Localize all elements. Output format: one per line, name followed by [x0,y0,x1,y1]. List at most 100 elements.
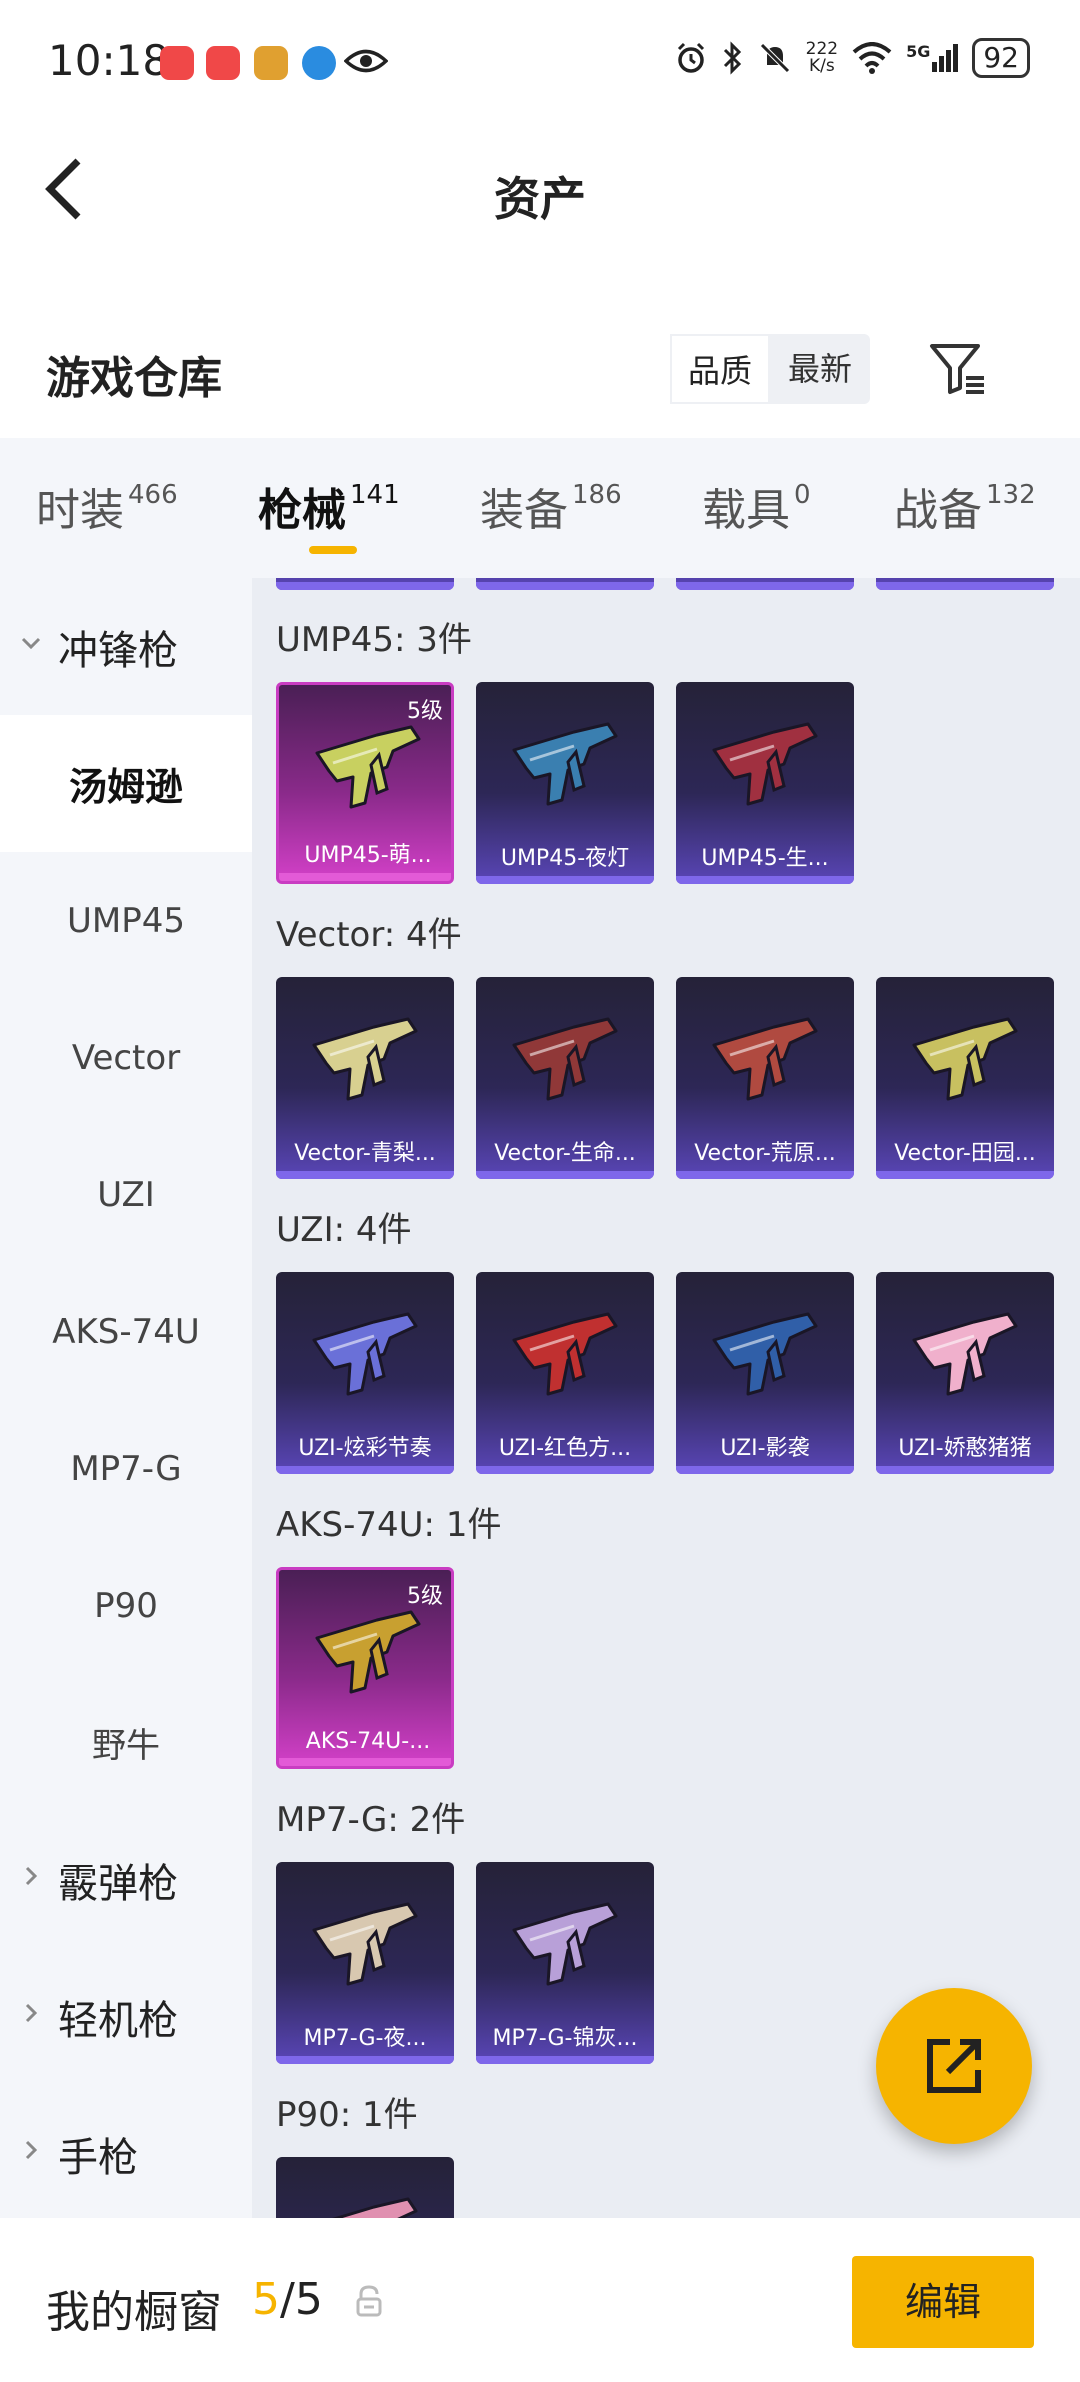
sidebar-group-shotgun[interactable]: 霰弹枪 [0,1811,252,1948]
notification-app-icon [206,46,240,80]
tab-count: 186 [572,480,622,510]
sort-by-quality-button[interactable]: 品质 [670,334,770,404]
sidebar-item-bizon[interactable]: 野牛 [0,1674,252,1811]
share-fab[interactable] [876,1988,1032,2144]
filter-icon[interactable] [928,340,986,398]
skin-card[interactable]: UMP45-夜灯 [476,682,654,884]
weapon-skin-grid: UMP45: 3件 5级 UMP45-萌... UMP45-夜灯 UMP45-生... V… [252,578,1080,2218]
status-bar: 10:18 222 K/s 5G 92 [0,0,1080,125]
weapon-skin-icon [312,1017,418,1101]
lock-icon [356,2285,382,2317]
showcase-count-separator: / [280,2274,295,2325]
skin-level-badge: 5级 [407,699,443,724]
share-external-icon [927,2039,981,2093]
weapon-skin-icon [512,1902,618,1986]
weapon-group-label: AKS-74U: 1件 [276,1505,502,1545]
tab-fashion[interactable]: 时装 466 [36,474,178,538]
skin-card[interactable]: 5级 AKS-74U-... [276,1567,454,1769]
top-nav: 资产 [0,125,1080,255]
tab-equipment[interactable]: 装备 186 [480,474,622,538]
chevron-right-icon [25,1866,38,1886]
weapon-group-label: UMP45: 3件 [276,620,472,660]
sidebar-group-smg[interactable]: 冲锋枪 [0,578,252,715]
skin-name: Vector-青梨... [294,1141,436,1166]
tab-label: 时装 [36,485,124,536]
tab-firearms[interactable]: 枪械 141 [258,474,400,538]
assets-page: 10:18 222 K/s 5G 92 资产 游戏仓库 品质 最新 时装 466… [0,0,1080,2382]
sidebar-item-thompson[interactable]: 汤姆逊 [0,715,252,852]
sort-toggle: 品质 最新 [670,334,870,404]
skin-card-partial[interactable] [676,578,854,590]
weapon-skin-icon [512,1017,618,1101]
tab-label: 装备 [480,485,568,536]
weapon-skin-icon [712,722,818,806]
tab-count: 0 [794,480,811,510]
status-time: 10:18 [48,36,170,85]
notification-app-icon [302,46,336,80]
skin-card[interactable]: UZI-娇憨猪猪 [876,1272,1054,1474]
skin-card[interactable]: Vector-生命... [476,977,654,1179]
sidebar-item-uzi[interactable]: UZI [0,1126,252,1263]
tab-battle-gear[interactable]: 战备 132 [894,474,1036,538]
category-tabs: 时装 466 枪械 141 装备 186 载具 0 战备 132 [0,438,1080,578]
skin-card-partial[interactable] [276,578,454,590]
skin-name: UMP45-夜灯 [500,846,630,871]
weapon-skin-icon [315,1610,421,1694]
showcase-count-current: 5 [252,2274,280,2325]
weapon-skin-icon [312,1312,418,1396]
skin-card[interactable]: UZI-红色方... [476,1272,654,1474]
skin-card[interactable] [276,2157,454,2218]
weapon-skin-icon [315,725,421,809]
tab-label: 载具 [702,485,790,536]
alarm-icon [677,42,704,73]
skin-card[interactable]: Vector-青梨... [276,977,454,1179]
sidebar-item-ump45[interactable]: UMP45 [0,852,252,989]
skin-name: Vector-生命... [494,1141,636,1166]
sidebar-group-pistol[interactable]: 手枪 [0,2085,252,2218]
weapon-skin-icon [312,1902,418,1986]
wifi-icon [852,42,892,74]
sidebar-item-aks74u[interactable]: AKS-74U [0,1263,252,1400]
skin-name: UZI-娇憨猪猪 [898,1436,1032,1461]
skin-card-partial[interactable] [476,578,654,590]
section-title: 游戏仓库 [46,353,222,404]
weapon-category-sidebar: 冲锋枪 汤姆逊 UMP45 Vector UZI AKS-74U MP7-G P… [0,578,252,2218]
skin-card[interactable]: MP7-G-夜... [276,1862,454,2064]
network-type: 5G [906,42,931,61]
tab-label: 战备 [894,485,982,536]
sidebar-group-label: 冲锋枪 [58,627,178,674]
skin-card[interactable]: Vector-田园... [876,977,1054,1179]
tab-count: 466 [128,480,178,510]
skin-card[interactable]: UZI-影袭 [676,1272,854,1474]
showcase-bar: 我的橱窗 5/5 编辑 [0,2218,1080,2382]
skin-card[interactable]: MP7-G-锦灰... [476,1862,654,2064]
tab-count: 132 [986,480,1036,510]
skin-name: Vector-田园... [894,1141,1036,1166]
weapon-skin-icon [912,1017,1018,1101]
skin-card[interactable]: Vector-荒原... [676,977,854,1179]
sidebar-item-vector[interactable]: Vector [0,989,252,1126]
edit-showcase-button[interactable]: 编辑 [852,2256,1034,2348]
notification-app-icon [160,46,194,80]
skin-card[interactable]: UMP45-生... [676,682,854,884]
weapon-group-label: P90: 1件 [276,2095,418,2135]
sidebar-item-mp7g[interactable]: MP7-G [0,1400,252,1537]
sort-by-newest-button[interactable]: 最新 [770,334,870,404]
status-indicators: 222 K/s 5G 92 [674,38,1030,78]
weapon-skin-icon [332,2197,418,2218]
skin-level-badge: 5级 [407,1584,443,1609]
skin-card[interactable]: UZI-炫彩节奏 [276,1272,454,1474]
tab-count: 141 [350,480,400,510]
battery-indicator: 92 [972,38,1030,78]
skin-name: UZI-影袭 [720,1436,810,1461]
notification-app-icon [254,46,288,80]
chevron-right-icon [25,2003,38,2023]
sidebar-group-lmg[interactable]: 轻机枪 [0,1948,252,2085]
skin-card[interactable]: 5级 UMP45-萌... [276,682,454,884]
skin-card-partial[interactable] [876,578,1054,590]
tab-label: 枪械 [258,485,346,536]
chevron-right-icon [25,2140,38,2160]
tab-vehicles[interactable]: 载具 0 [702,474,811,538]
eye-icon [344,49,388,73]
sidebar-item-p90[interactable]: P90 [0,1537,252,1674]
